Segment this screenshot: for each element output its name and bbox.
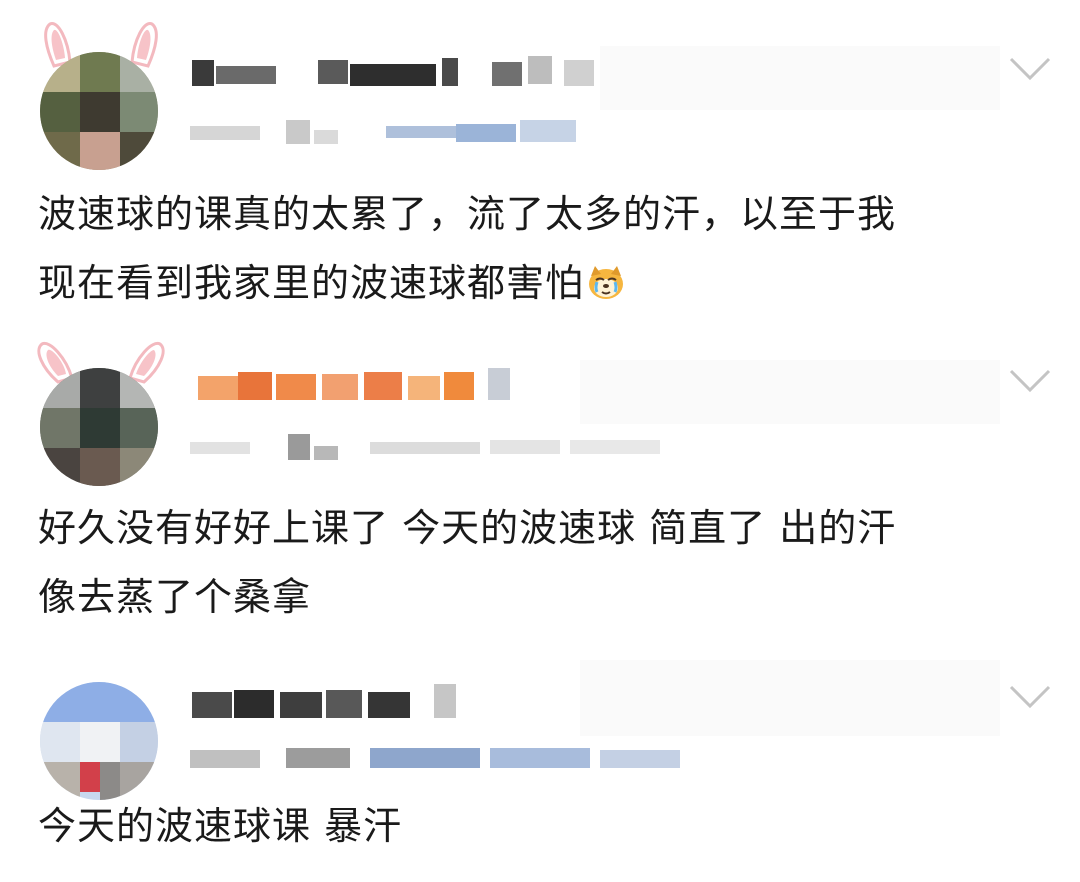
blurred-region — [600, 46, 1000, 110]
post-meta-blurred — [190, 120, 590, 146]
comment-text: 好久没有好好上课了 今天的波速球 简直了 出的汗 像去蒸了个桑拿 — [38, 494, 1048, 632]
comment-line: 波速球的课真的太累了，流了太多的汗，以至于我 — [38, 192, 897, 236]
user-avatar[interactable] — [36, 662, 166, 812]
avatar-image — [40, 52, 158, 170]
comment-line: 今天的波速球课 暴汗 — [38, 804, 403, 848]
comment-text: 波速球的课真的太累了，流了太多的汗，以至于我 现在看到我家里的波速球都害怕 — [38, 180, 1048, 318]
avatar-image — [40, 682, 158, 800]
user-avatar[interactable] — [36, 18, 166, 170]
username-blurred[interactable] — [192, 684, 492, 724]
crying-dog-emoji-icon — [589, 266, 624, 299]
chevron-down-icon[interactable] — [1008, 368, 1052, 394]
username-blurred[interactable] — [192, 366, 532, 406]
comment-feed: 波速球的课真的太累了，流了太多的汗，以至于我 现在看到我家里的波速球都害怕 好久… — [0, 0, 1080, 882]
blurred-region — [580, 360, 1000, 424]
chevron-down-icon[interactable] — [1008, 684, 1052, 710]
avatar-image — [40, 368, 158, 486]
username-blurred[interactable] — [192, 52, 612, 92]
post-meta-blurred — [190, 744, 710, 770]
comment-text: 今天的波速球课 暴汗 — [38, 792, 1048, 861]
comment-line: 好久没有好好上课了 今天的波速球 简直了 出的汗 — [38, 506, 897, 550]
post-meta-blurred — [190, 434, 670, 460]
blurred-region — [580, 660, 1000, 736]
chevron-down-icon[interactable] — [1008, 56, 1052, 82]
user-avatar[interactable] — [36, 334, 166, 486]
comment-line: 像去蒸了个桑拿 — [38, 575, 312, 619]
comment-line: 现在看到我家里的波速球都害怕 — [38, 261, 585, 305]
